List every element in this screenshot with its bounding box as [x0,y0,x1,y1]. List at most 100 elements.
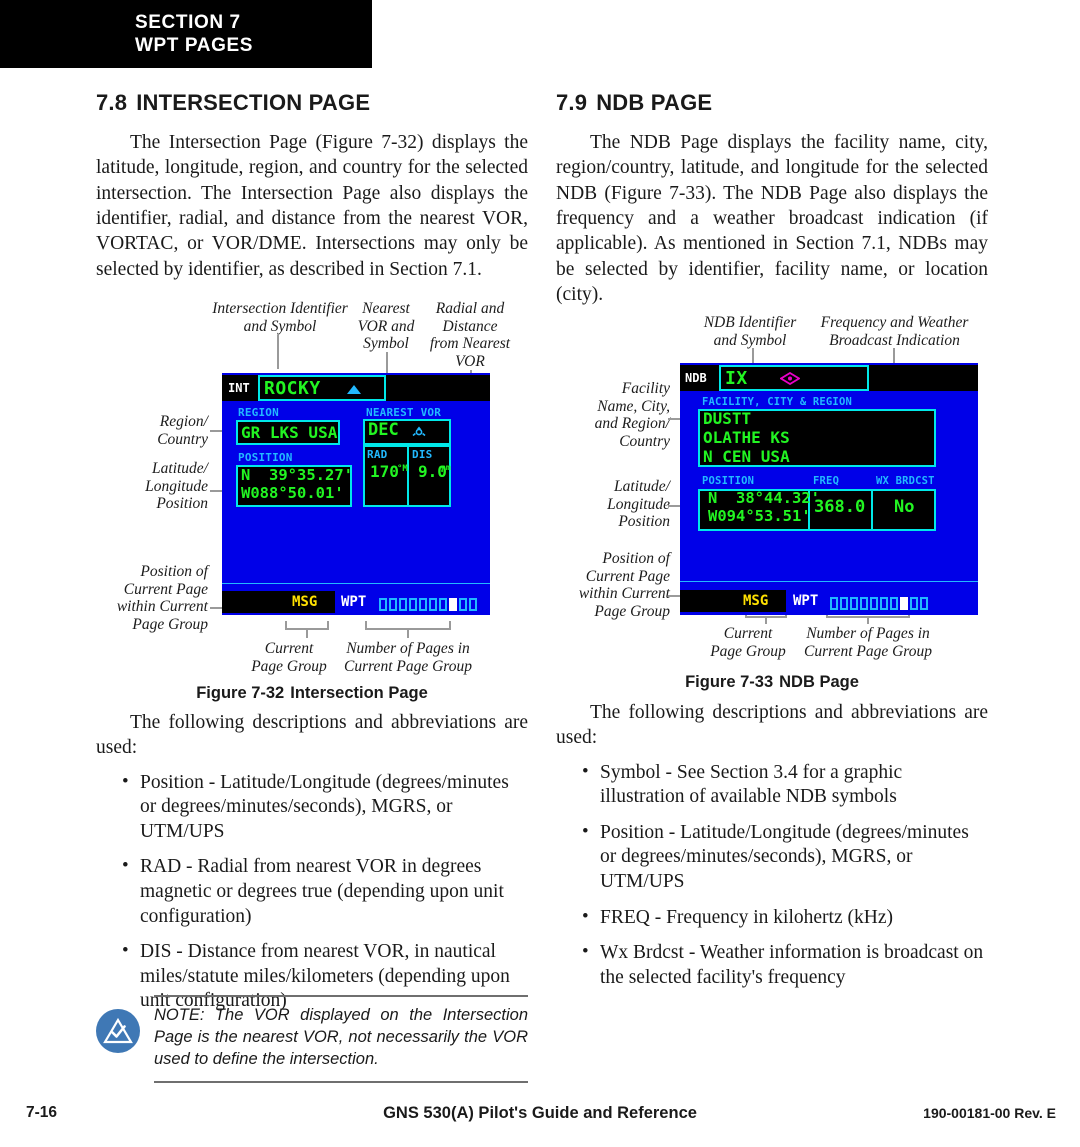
footer-title: GNS 530(A) Pilot's Guide and Reference [383,1104,697,1122]
callout-number-of-pages: Number of Pages in Current Page Group [343,640,472,675]
page-indicator-box [850,597,858,610]
ndb-wx-label: WX BRDCST [876,475,935,487]
int-dis-unit: nm [441,463,451,472]
note-bottom-rule [154,1080,528,1083]
leader-nop-v1 [365,621,367,629]
figure-7-33-number: Figure 7-33 [685,673,774,691]
list-item: • Position - Latitude/Longitude (degrees/… [556,821,988,895]
callout-lat-lon: Latitude/ Longitude Position [145,460,208,513]
int-rad-unit: °M [397,464,408,474]
bullet-icon: • [582,820,589,842]
callout-page-position: Position of Current Page within Current … [116,563,208,633]
page-indicator-box [379,598,387,611]
page-indicator-box [880,597,888,610]
bullet-icon: • [122,940,129,962]
int-region-value: GR LKS USA [241,423,338,442]
left-list-intro: The following descriptions and abbreviat… [96,712,528,759]
page-footer: 7-16 GNS 530(A) Pilot's Guide and Refere… [0,1104,1080,1134]
figure-7-32-caption: Figure 7-32 Intersection Page [96,684,528,703]
ndb-divider-2 [871,489,873,531]
callout-region-country: Region/ Country [157,413,208,448]
list-item-text: Position - Latitude/Longitude (degrees/m… [140,771,509,842]
page-indicator-box [459,598,467,611]
callout-ndb-current-page-group: Current Page Group [710,625,786,660]
int-wpt-label: WPT [341,594,367,610]
ndb-page-screen: NDB IX FACILITY, CITY & REGION DUSTT OLA… [680,363,978,615]
ndb-facility-label: FACILITY, CITY & REGION [702,396,852,408]
page-indicator-box [419,598,427,611]
leader-nop-v2 [449,621,451,629]
int-lat-value: N 39°35.27' [241,466,353,484]
bullet-icon: • [582,760,589,782]
section-7-8-title: INTERSECTION PAGE [136,90,371,115]
list-item-text: Wx Brdcst - Weather information is broad… [600,942,984,988]
list-item-text: Symbol - See Section 3.4 for a graphic i… [600,761,903,808]
ndb-lon-value: W094°53.51' [708,507,811,525]
list-item: • Symbol - See Section 3.4 for a graphic … [556,761,988,810]
intersection-intro-paragraph: The Intersection Page (Figure 7-32) disp… [96,132,528,280]
page-indicator-box [469,598,477,611]
page-indicator-box [449,598,457,611]
page-indicator-box [920,597,928,610]
ndb-lat-value: N 38°44.32' [708,489,820,507]
callout-facility: Facility Name, City, and Region/ Country [594,380,670,450]
leader-cpg-v2 [327,621,329,629]
footer-doc-number: 190-00181-00 Rev. E [923,1105,1056,1121]
ndb-page-indicator [830,595,930,610]
int-nearest-vor-value: DEC [368,420,399,440]
list-item: • FREQ - Frequency in kilohertz (kHz) [556,906,988,931]
list-item: • Wx Brdcst - Weather information is broa… [556,941,988,990]
page-indicator-box [890,597,898,610]
int-identifier-value: ROCKY [264,378,321,399]
ndb-facility-line1: DUSTT [703,409,752,428]
note-checkmark-triangle-icon [96,1009,140,1053]
int-msg-label: MSG [292,594,318,610]
callout-nearest-vor: Nearest VOR and Symbol [357,300,415,353]
section-7-8-heading: 7.8 INTERSECTION PAGE [96,90,528,116]
section-7-9-heading: 7.9 NDB PAGE [556,90,988,116]
callout-current-page-group: Current Page Group [251,640,327,675]
ndb-intro-paragraph: The NDB Page displays the facility name,… [556,132,988,306]
figure-7-32-number: Figure 7-32 [196,684,285,702]
leader-cpg-stem [306,628,308,638]
page-indicator-box [900,597,908,610]
leader-cpg-v1 [285,621,287,629]
page-indicator-box [910,597,918,610]
bullet-icon: • [582,941,589,963]
right-column: 7.9 NDB PAGE The NDB Page displays the fa… [556,90,988,307]
left-column: 7.8 INTERSECTION PAGE The Intersection Pa… [96,90,528,282]
note-text: NOTE: The VOR displayed on the Intersect… [154,1006,528,1068]
leader-identifier [277,335,279,369]
page-indicator-box [409,598,417,611]
page-indicator-box [870,597,878,610]
int-nearest-vor-label: NEAREST VOR [366,406,442,419]
int-type-tag: INT [228,381,250,395]
leader-ndb-cpg-stem [765,616,767,624]
callout-ndb-identifier: NDB Identifier and Symbol [703,314,797,349]
page-indicator-box [840,597,848,610]
ndb-bottom-hairline [680,581,978,582]
leader-nearest-vor [386,352,388,374]
leader-ndb-nop-stem [867,616,869,624]
int-rad-dis-divider [407,445,409,507]
ndb-facility-line3: N CEN USA [703,447,790,466]
right-bullet-list: • Symbol - See Section 3.4 for a graphic … [556,761,988,991]
page-indicator-box [439,598,447,611]
callout-ndb-number-of-pages: Number of Pages in Current Page Group [803,625,932,660]
intersection-page-screen: INT ROCKY REGION GR LKS USA POSITION N 3… [222,373,490,615]
list-item-text: FREQ - Frequency in kilohertz (kHz) [600,906,893,928]
right-list-block: The following descriptions and abbreviat… [556,700,988,1001]
int-dis-label: DIS [412,448,433,461]
int-rad-value: 170 [370,462,399,481]
ndb-symbol [780,372,800,385]
list-item: • RAD - Radial from nearest VOR in degree… [96,855,528,929]
ndb-freq-label: FREQ [813,475,840,487]
int-lon-value: W088°50.01' [241,484,344,502]
ndb-position-label: POSITION [702,475,755,487]
int-page-indicator [379,596,479,611]
section-tab: SECTION 7 WPT PAGES [0,0,372,68]
list-item: • Position - Latitude/Longitude (degrees/… [96,771,528,845]
ndb-facility-line2: OLATHE KS [703,428,790,447]
section-7-9-number: 7.9 [556,90,588,115]
ndb-freq-value: 368.0 [814,497,866,517]
